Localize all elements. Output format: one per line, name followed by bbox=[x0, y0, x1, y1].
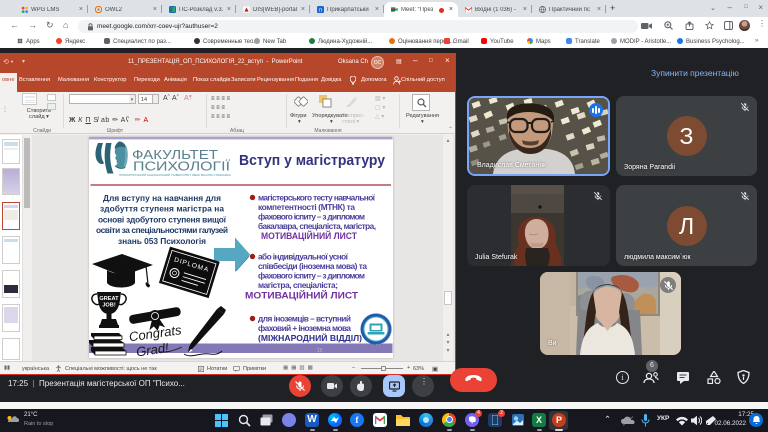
svg-text:освіти за спеціальностями галу: освіти за спеціальностями галузей bbox=[96, 225, 228, 235]
svg-text:фаховий + іноземна мова: фаховий + іноземна мова bbox=[258, 323, 351, 333]
svg-text:МОТИВАЦІЙНИЙ ЛИСТ: МОТИВАЦІЙНИЙ ЛИСТ bbox=[261, 230, 358, 241]
svg-text:фахового іспиту – з дипломом: фахового іспиту – з дипломом bbox=[258, 271, 365, 281]
svg-text:GREAT: GREAT bbox=[99, 296, 119, 302]
svg-text:або індивідуальної усної: або індивідуальної усної bbox=[258, 252, 349, 262]
svg-text:15: 15 bbox=[317, 348, 323, 354]
svg-text:Для вступу на навчання для: Для вступу на навчання для bbox=[103, 193, 221, 203]
svg-text:ПРИКАРПАТСЬКИЙ НАЦІОНАЛЬНИЙ УН: ПРИКАРПАТСЬКИЙ НАЦІОНАЛЬНИЙ УНІВЕРСИТЕТ … bbox=[119, 173, 231, 177]
svg-text:співбесіди (іноземна мова) та: співбесіди (іноземна мова) та bbox=[258, 261, 367, 271]
svg-text:компетентності (МТНК) та: компетентності (МТНК) та bbox=[258, 202, 355, 212]
svg-text:для іноземців – вступний: для іноземців – вступний bbox=[258, 314, 351, 324]
svg-text:основі здобутого ступеня вищої: основі здобутого ступеня вищої bbox=[98, 214, 227, 224]
svg-text:ПСИХОЛОГІЇ: ПСИХОЛОГІЇ bbox=[133, 159, 231, 174]
svg-text:здобуття ступеня магістра на: здобуття ступеня магістра на bbox=[100, 204, 224, 214]
svg-text:П: П bbox=[319, 7, 323, 13]
svg-text:фахового іспиту – з дипломом: фахового іспиту – з дипломом bbox=[258, 212, 365, 222]
svg-text:(МІЖНАРОДНИЙ ВІДДІЛ): (МІЖНАРОДНИЙ ВІДДІЛ) bbox=[258, 332, 362, 343]
svg-text:магістерського тесту навчально: магістерського тесту навчальної bbox=[258, 193, 376, 203]
svg-text:бакалавра, спеціаліста, магіст: бакалавра, спеціаліста, магістра, bbox=[258, 221, 376, 231]
svg-text:знань 053 Психологія: знань 053 Психологія bbox=[118, 236, 206, 246]
svg-text:Вступ у магістратуру: Вступ у магістратуру bbox=[239, 152, 385, 169]
svg-text:МОТИВАЦІЙНИЙ ЛИСТ: МОТИВАЦІЙНИЙ ЛИСТ bbox=[245, 290, 358, 301]
svg-text:магістра, спеціаліста;: магістра, спеціаліста; bbox=[258, 280, 338, 290]
svg-text:JOB!: JOB! bbox=[102, 303, 116, 309]
